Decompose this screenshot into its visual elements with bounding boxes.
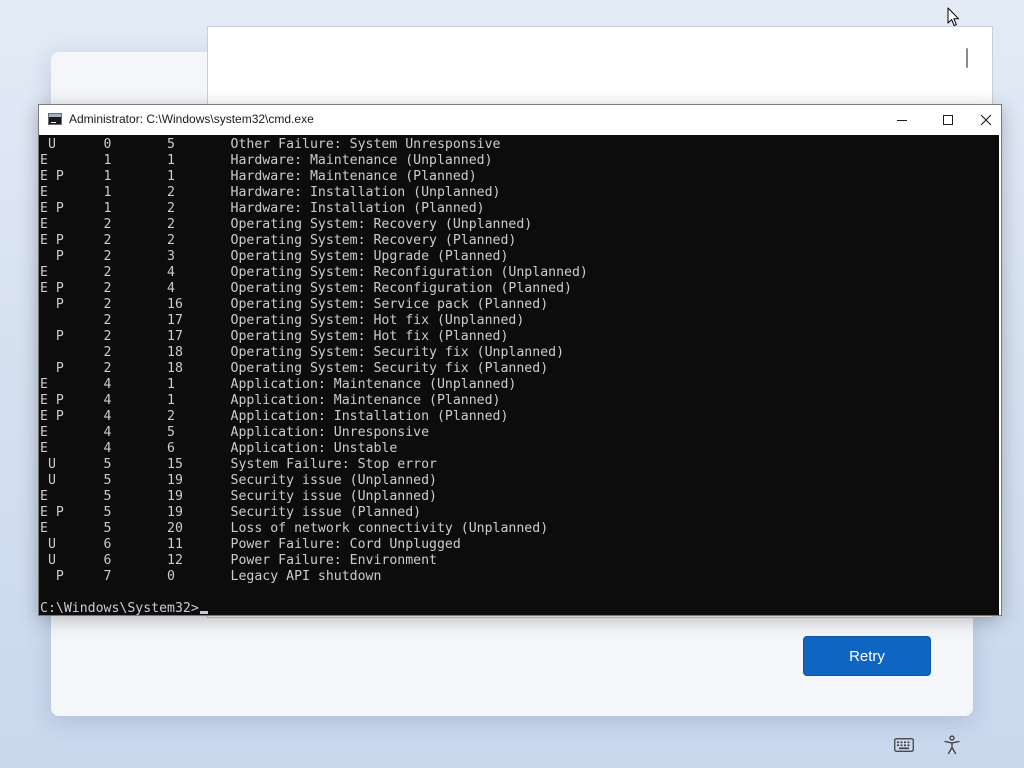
retry-button[interactable]: Retry [803, 636, 931, 676]
text-cursor [199, 611, 208, 614]
minimize-button[interactable] [879, 105, 925, 135]
terminal-line: E P 4 2 Application: Installation (Plann… [40, 409, 509, 424]
terminal-line: U 6 12 Power Failure: Environment [40, 553, 437, 568]
cmd-window: Administrator: C:\Windows\system32\cmd.e… [38, 104, 1002, 616]
accessibility-button[interactable] [940, 733, 964, 757]
close-icon [980, 114, 992, 126]
terminal-line: P 2 3 Operating System: Upgrade (Planned… [40, 249, 509, 264]
scrollbar-thumb[interactable] [966, 48, 968, 68]
terminal-line: E 4 1 Application: Maintenance (Unplanne… [40, 377, 517, 392]
accessibility-icon [944, 735, 960, 755]
terminal-line: 2 17 Operating System: Hot fix (Unplanne… [40, 313, 525, 328]
desktop-background: Retry Administrator: C:\Windows\system32… [0, 0, 1024, 768]
mouse-cursor-icon [947, 7, 960, 27]
terminal-line: E 5 20 Loss of network connectivity (Unp… [40, 521, 549, 536]
terminal-line: E 2 2 Operating System: Recovery (Unplan… [40, 217, 533, 232]
title-bar[interactable]: Administrator: C:\Windows\system32\cmd.e… [39, 105, 1001, 135]
terminal-text: U 0 5 Other Failure: System Unresponsive… [40, 137, 588, 617]
command-prompt-line[interactable]: C:\Windows\System32> [40, 601, 588, 617]
maximize-button[interactable] [925, 105, 971, 135]
scrollbar-track[interactable] [999, 135, 1001, 615]
terminal-line: E 1 1 Hardware: Maintenance (Unplanned) [40, 153, 493, 168]
terminal-line: E 5 19 Security issue (Unplanned) [40, 489, 437, 504]
terminal-line: E P 2 2 Operating System: Recovery (Plan… [40, 233, 517, 248]
maximize-icon [943, 115, 953, 125]
terminal-line: E 4 5 Application: Unresponsive [40, 425, 430, 440]
terminal-line: 2 18 Operating System: Security fix (Unp… [40, 345, 565, 360]
terminal-line: P 2 18 Operating System: Security fix (P… [40, 361, 549, 376]
terminal-line: E P 4 1 Application: Maintenance (Planne… [40, 393, 501, 408]
terminal-line: P 7 0 Legacy API shutdown [40, 569, 382, 584]
terminal-line: P 2 17 Operating System: Hot fix (Planne… [40, 329, 509, 344]
terminal-line: E P 5 19 Security issue (Planned) [40, 505, 422, 520]
terminal-line: U 5 15 System Failure: Stop error [40, 457, 437, 472]
terminal-line: E P 1 1 Hardware: Maintenance (Planned) [40, 169, 477, 184]
window-title: Administrator: C:\Windows\system32\cmd.e… [69, 112, 314, 126]
terminal-line: E P 1 2 Hardware: Installation (Planned) [40, 201, 485, 216]
terminal-output[interactable]: U 0 5 Other Failure: System Unresponsive… [39, 135, 999, 617]
terminal-line: E P 2 4 Operating System: Reconfiguratio… [40, 281, 572, 296]
terminal-line: U 5 19 Security issue (Unplanned) [40, 473, 437, 488]
terminal-line: E 2 4 Operating System: Reconfiguration … [40, 265, 588, 280]
command-prompt: C:\Windows\System32> [40, 601, 199, 616]
terminal-line: E 4 6 Application: Unstable [40, 441, 398, 456]
terminal-line: U 6 11 Power Failure: Cord Unplugged [40, 537, 461, 552]
minimize-icon [897, 120, 907, 121]
keyboard-icon [894, 738, 914, 752]
cmd-icon [48, 113, 62, 125]
terminal-line: E 1 2 Hardware: Installation (Unplanned) [40, 185, 501, 200]
terminal-line: P 2 16 Operating System: Service pack (P… [40, 297, 549, 312]
close-button[interactable] [971, 105, 1001, 135]
terminal-line: U 0 5 Other Failure: System Unresponsive [40, 137, 501, 152]
keyboard-button[interactable] [892, 733, 916, 757]
